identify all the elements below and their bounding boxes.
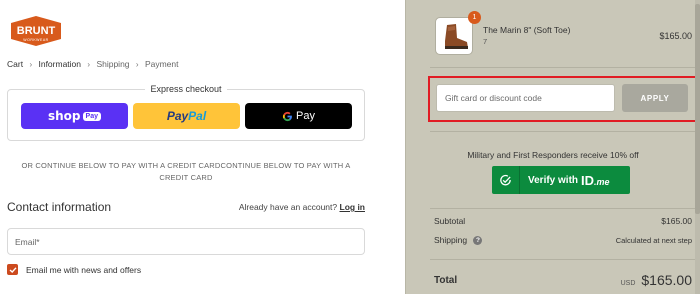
shipping-value: Calculated at next step xyxy=(615,235,692,245)
breadcrumb-payment: Payment xyxy=(144,59,179,69)
divider xyxy=(430,259,700,260)
subtotal-value: $165.00 xyxy=(661,216,692,226)
check-circle-icon xyxy=(492,166,520,194)
idme-brand-a: ID xyxy=(581,172,595,188)
shipping-row: Shipping ? Calculated at next step xyxy=(434,235,692,246)
express-checkout-title: Express checkout xyxy=(145,84,227,94)
discount-placeholder: Gift card or discount code xyxy=(445,93,542,103)
subtotal-label: Subtotal xyxy=(434,216,466,226)
scrollbar-thumb[interactable] xyxy=(695,4,700,214)
military-discount-text: Military and First Responders receive 10… xyxy=(467,150,639,160)
express-checkout: Express checkout shop Pay Pay Pal Pay xyxy=(7,84,365,141)
brand-name: BRUNT xyxy=(17,25,56,37)
divider xyxy=(430,131,700,132)
subtotal-row: Subtotal $165.00 xyxy=(434,216,692,226)
or-continue-text: OR CONTINUE BELOW TO PAY WITH A CREDIT C… xyxy=(21,161,351,182)
email-field[interactable]: Email* xyxy=(7,228,365,255)
breadcrumb: Cart › Information › Shipping › Payment xyxy=(7,59,179,69)
breadcrumb-shipping: Shipping xyxy=(96,59,130,69)
newsletter-checkbox[interactable] xyxy=(7,264,18,275)
total-value: $165.00 xyxy=(641,272,692,288)
chevron-right-icon: › xyxy=(135,60,139,69)
help-icon[interactable]: ? xyxy=(473,236,483,246)
verify-idme-button[interactable]: Verify with ID.me xyxy=(492,166,630,194)
newsletter-option[interactable]: Email me with news and offers xyxy=(7,264,141,275)
total-label: Total xyxy=(434,274,458,286)
product-name: The Marin 8" (Soft Toe) xyxy=(483,25,571,35)
shop-pay-label: shop xyxy=(48,109,81,123)
contact-information-heading: Contact information xyxy=(7,200,112,214)
newsletter-label: Email me with news and offers xyxy=(26,264,142,275)
google-pay-label: Pay xyxy=(296,110,315,122)
login-link[interactable]: Log in xyxy=(340,202,366,212)
account-prompt: Already have an account? Log in xyxy=(239,202,365,212)
checkmark-icon xyxy=(9,266,17,273)
divider xyxy=(430,208,700,209)
brunt-logo[interactable]: BRUNT WORKWEAR xyxy=(7,15,65,47)
product-image xyxy=(435,17,473,55)
email-placeholder: Email* xyxy=(15,236,40,247)
paypal-button[interactable]: Pay Pal xyxy=(133,103,240,129)
product-price: $165.00 xyxy=(659,31,692,41)
shop-pay-tag: Pay xyxy=(82,111,101,121)
google-pay-button[interactable]: Pay xyxy=(245,103,352,129)
chevron-right-icon: › xyxy=(29,60,33,69)
brand-sub: WORKWEAR xyxy=(23,38,48,42)
paypal-label-b: Pal xyxy=(188,109,207,123)
google-g-icon xyxy=(282,111,292,121)
apply-button[interactable]: APPLY xyxy=(622,84,688,112)
quantity-badge: 1 xyxy=(468,11,481,24)
chevron-right-icon: › xyxy=(87,60,91,69)
boot-image xyxy=(445,24,468,49)
breadcrumb-cart[interactable]: Cart xyxy=(7,59,23,69)
scrollbar[interactable] xyxy=(695,0,700,294)
idme-logo: ID.me xyxy=(581,173,610,188)
verify-label: Verify with xyxy=(528,174,579,186)
breadcrumb-information: Information xyxy=(38,59,82,69)
checkout-main: BRUNT WORKWEAR Cart › Information › Ship… xyxy=(0,0,405,294)
total-row: Total USD $165.00 xyxy=(434,272,692,288)
paypal-label-a: Pay xyxy=(166,109,189,123)
order-summary: 1 The Marin 8" (Soft Toe) 7 $165.00 Gift… xyxy=(405,0,700,294)
discount-code-input[interactable]: Gift card or discount code xyxy=(436,84,615,112)
account-prompt-text: Already have an account? xyxy=(238,202,338,212)
product-variant: 7 xyxy=(483,37,488,46)
shop-pay-button[interactable]: shop Pay xyxy=(21,103,128,129)
shipping-label: Shipping xyxy=(434,235,468,245)
discount-section: Gift card or discount code APPLY xyxy=(428,76,698,122)
currency-code: USD xyxy=(620,280,636,287)
idme-brand-b: .me xyxy=(594,176,610,187)
divider xyxy=(430,67,700,68)
